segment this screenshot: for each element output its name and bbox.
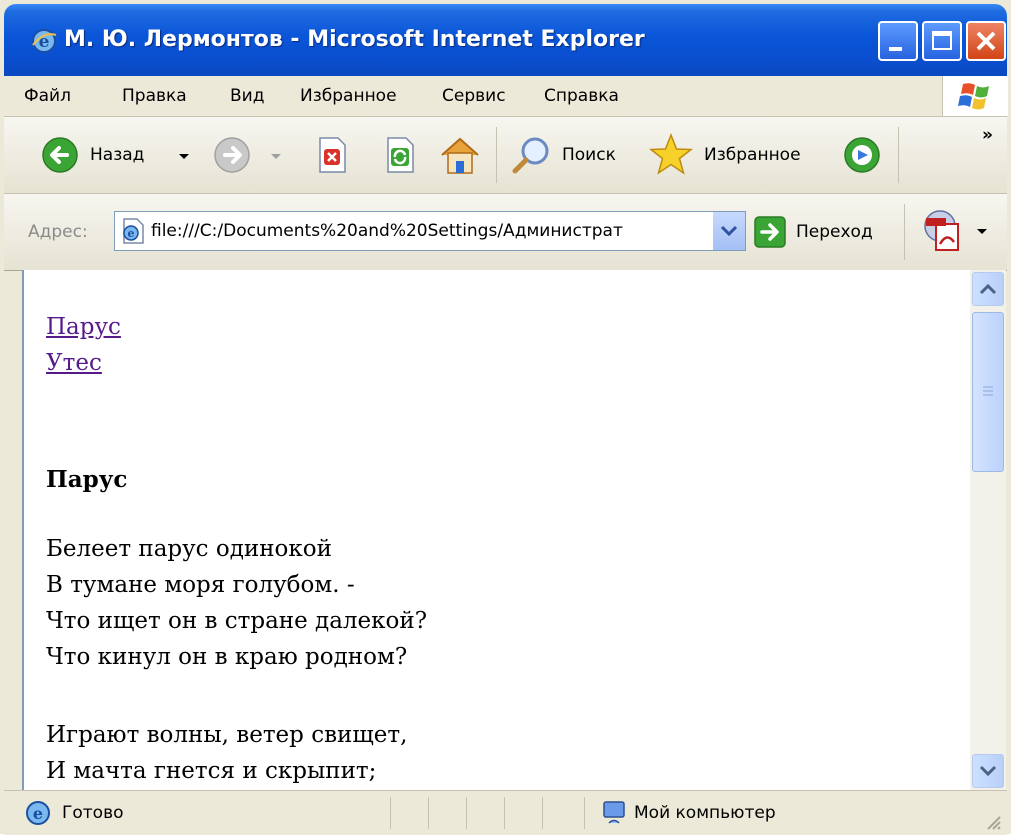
poem-line: В тумане моря голубом. - <box>46 572 355 598</box>
acrobat-pdf-icon <box>924 210 959 251</box>
poem-line: Играют волны, ветер свищет, <box>46 722 408 748</box>
address-url: file:///C:/Documents%20and%20Settings/Ад… <box>151 221 623 241</box>
svg-text:e: e <box>128 227 135 240</box>
chevron-down-icon <box>720 225 738 237</box>
grip-icon <box>983 386 993 396</box>
go-label: Переход <box>796 222 873 242</box>
ie-logo-icon: e <box>32 29 57 53</box>
toolbar-overflow-chevron[interactable]: » <box>982 121 993 149</box>
status-text: Готово <box>62 803 124 823</box>
menu-file[interactable]: Файл <box>24 76 71 116</box>
search-label: Поиск <box>562 145 616 165</box>
chevron-down-icon <box>979 765 997 777</box>
chevron-down-icon <box>271 154 281 159</box>
link-parus[interactable]: Парус <box>46 314 121 340</box>
security-zone-text: Мой компьютер <box>634 803 776 823</box>
refresh-button[interactable] <box>378 133 422 177</box>
favorites-button[interactable]: Избранное <box>648 131 834 179</box>
forward-button[interactable] <box>208 131 300 179</box>
favorites-label: Избранное <box>704 145 801 165</box>
scroll-down-button[interactable] <box>972 754 1004 788</box>
page-content: Парус Утес Парус Белеет парус одинокой В… <box>22 270 972 790</box>
media-icon <box>844 137 880 173</box>
page-status-icon: e <box>26 801 50 825</box>
close-icon <box>976 31 996 51</box>
close-button[interactable] <box>966 21 1006 61</box>
refresh-icon <box>387 137 414 173</box>
address-input[interactable]: e file:///C:/Documents%20and%20Settings/… <box>114 211 746 251</box>
menu-tools[interactable]: Сервис <box>442 76 506 116</box>
poem-line: Что кинул он в краю родном? <box>46 644 408 670</box>
page-icon: e <box>123 218 144 244</box>
scroll-up-button[interactable] <box>972 272 1004 306</box>
chevron-down-icon[interactable] <box>178 151 190 163</box>
chevron-up-icon <box>979 283 997 295</box>
search-button[interactable]: Поиск <box>510 131 634 179</box>
vertical-scrollbar[interactable] <box>970 270 1006 790</box>
status-bar: e Готово Мой компьютер <box>4 790 1007 835</box>
browser-window: e М. Ю. Лермонтов - Microsoft Internet E… <box>0 0 1011 835</box>
toolbar-separator <box>898 127 899 183</box>
home-button[interactable] <box>436 131 484 179</box>
status-divider <box>542 797 543 829</box>
stop-button[interactable] <box>310 133 354 177</box>
maximize-button[interactable] <box>922 21 962 61</box>
address-bar: Адрес: e file:///C:/Documents%20and%20Se… <box>4 194 1007 271</box>
poem-line: И мачта гнется и скрыпит; <box>46 758 377 784</box>
chevron-down-icon <box>977 229 987 234</box>
address-dropdown-button[interactable] <box>712 212 745 250</box>
go-arrow-icon <box>754 216 786 248</box>
status-divider <box>390 797 391 829</box>
poem-line: Белеет парус одинокой <box>46 536 332 562</box>
computer-zone-icon <box>603 801 625 824</box>
menu-help[interactable]: Справка <box>544 76 619 116</box>
link-utes[interactable]: Утес <box>46 350 102 376</box>
maximize-icon <box>932 31 952 50</box>
go-button[interactable]: Переход <box>752 212 892 252</box>
windows-logo <box>942 76 1008 116</box>
windows-flag-icon <box>958 83 989 110</box>
menu-view[interactable]: Вид <box>230 76 264 116</box>
scroll-thumb[interactable] <box>972 312 1004 472</box>
toolbar-separator <box>496 127 497 183</box>
address-label: Адрес: <box>28 222 88 242</box>
back-arrow-icon <box>42 137 78 173</box>
status-divider <box>504 797 505 829</box>
toolbar-separator <box>904 204 905 260</box>
minimize-button[interactable] <box>878 21 918 61</box>
status-divider <box>466 797 467 829</box>
window-title: М. Ю. Лермонтов - Microsoft Internet Exp… <box>64 27 645 52</box>
poem-line: Что ищет он в стране далекой? <box>46 608 428 634</box>
status-divider <box>428 797 429 829</box>
forward-arrow-icon <box>214 137 250 173</box>
acrobat-button[interactable] <box>920 206 990 258</box>
menu-bar: Файл Правка Вид Избранное Сервис Справка <box>4 76 1008 117</box>
back-button[interactable]: Назад <box>36 131 200 179</box>
back-label: Назад <box>90 145 145 165</box>
status-divider <box>584 797 585 829</box>
svg-text:e: e <box>33 804 43 823</box>
minimize-icon <box>889 47 902 51</box>
stop-icon <box>319 137 346 173</box>
menu-edit[interactable]: Правка <box>122 76 187 116</box>
search-icon <box>512 137 549 174</box>
title-bar[interactable]: e М. Ю. Лермонтов - Microsoft Internet E… <box>4 4 1007 76</box>
resize-grip-icon[interactable] <box>982 811 1002 831</box>
poem-title: Парус <box>46 466 128 493</box>
favorites-star-icon <box>648 132 694 175</box>
menu-favorites[interactable]: Избранное <box>300 76 397 116</box>
home-icon <box>441 137 479 174</box>
media-button[interactable] <box>840 133 884 177</box>
standard-toolbar: Назад Поиск Избранное » <box>4 117 1007 194</box>
